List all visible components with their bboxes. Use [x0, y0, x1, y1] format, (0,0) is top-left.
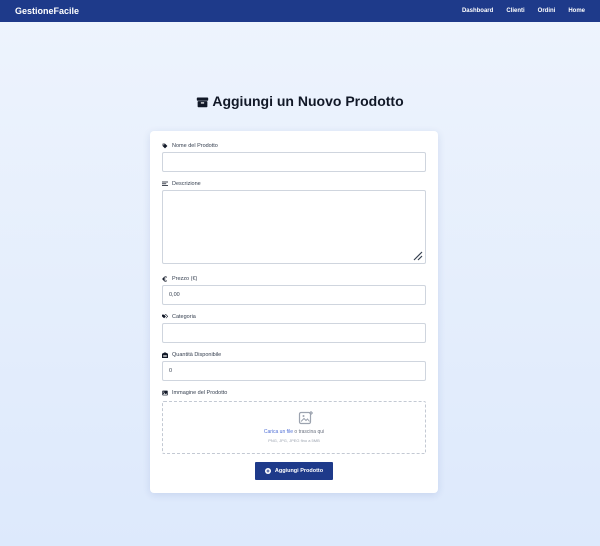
warehouse-icon: [162, 352, 168, 358]
brand-logo[interactable]: GestioneFacile: [15, 6, 79, 16]
category-label: Categoria: [162, 314, 196, 320]
product-name-label: Nome del Prodotto: [162, 143, 218, 149]
product-name-input[interactable]: [162, 152, 426, 172]
nav-links: Dashboard Clienti Ordini Home: [462, 8, 585, 14]
quantity-label: Quantità Disponibile: [162, 352, 221, 358]
image-label: Immagine del Prodotto: [162, 390, 227, 396]
align-left-icon: [162, 181, 168, 186]
page-title-text: Aggiungi un Nuovo Prodotto: [212, 93, 404, 109]
page-title: Aggiungi un Nuovo Prodotto: [0, 93, 600, 109]
resize-handle-icon[interactable]: [413, 251, 423, 261]
nav-link-ordini[interactable]: Ordini: [538, 8, 556, 14]
image-icon: [162, 390, 168, 396]
upload-hint: PNG, JPG, JPEG fino a 5MB: [268, 438, 320, 443]
upload-file-link[interactable]: Carica un file: [264, 429, 293, 435]
upload-drag-text: o trascina qui: [293, 429, 325, 435]
top-navbar: GestioneFacile Dashboard Clienti Ordini …: [0, 0, 600, 22]
nav-link-home[interactable]: Home: [568, 8, 585, 14]
tag-icon: [162, 143, 168, 149]
add-product-button[interactable]: Aggiungi Prodotto: [255, 462, 333, 480]
upload-instructions: Carica un file o trascina qui: [163, 429, 425, 435]
add-product-button-label: Aggiungi Prodotto: [274, 468, 324, 474]
price-input[interactable]: 0,00: [162, 285, 426, 305]
description-textarea[interactable]: [162, 190, 426, 264]
image-upload-icon: [298, 411, 313, 425]
euro-icon: [162, 276, 168, 282]
quantity-input[interactable]: 0: [162, 361, 426, 381]
add-product-form: Nome del Prodotto Descrizione Prezzo (€)…: [150, 131, 438, 493]
tags-icon: [162, 314, 168, 319]
plus-circle-icon: [264, 468, 271, 474]
nav-link-dashboard[interactable]: Dashboard: [462, 8, 493, 14]
price-label: Prezzo (€): [162, 276, 197, 282]
category-input[interactable]: [162, 323, 426, 343]
description-label: Descrizione: [162, 181, 201, 187]
image-dropzone[interactable]: Carica un file o trascina qui PNG, JPG, …: [162, 401, 426, 454]
nav-link-clienti[interactable]: Clienti: [506, 8, 524, 14]
box-icon: [197, 96, 209, 107]
